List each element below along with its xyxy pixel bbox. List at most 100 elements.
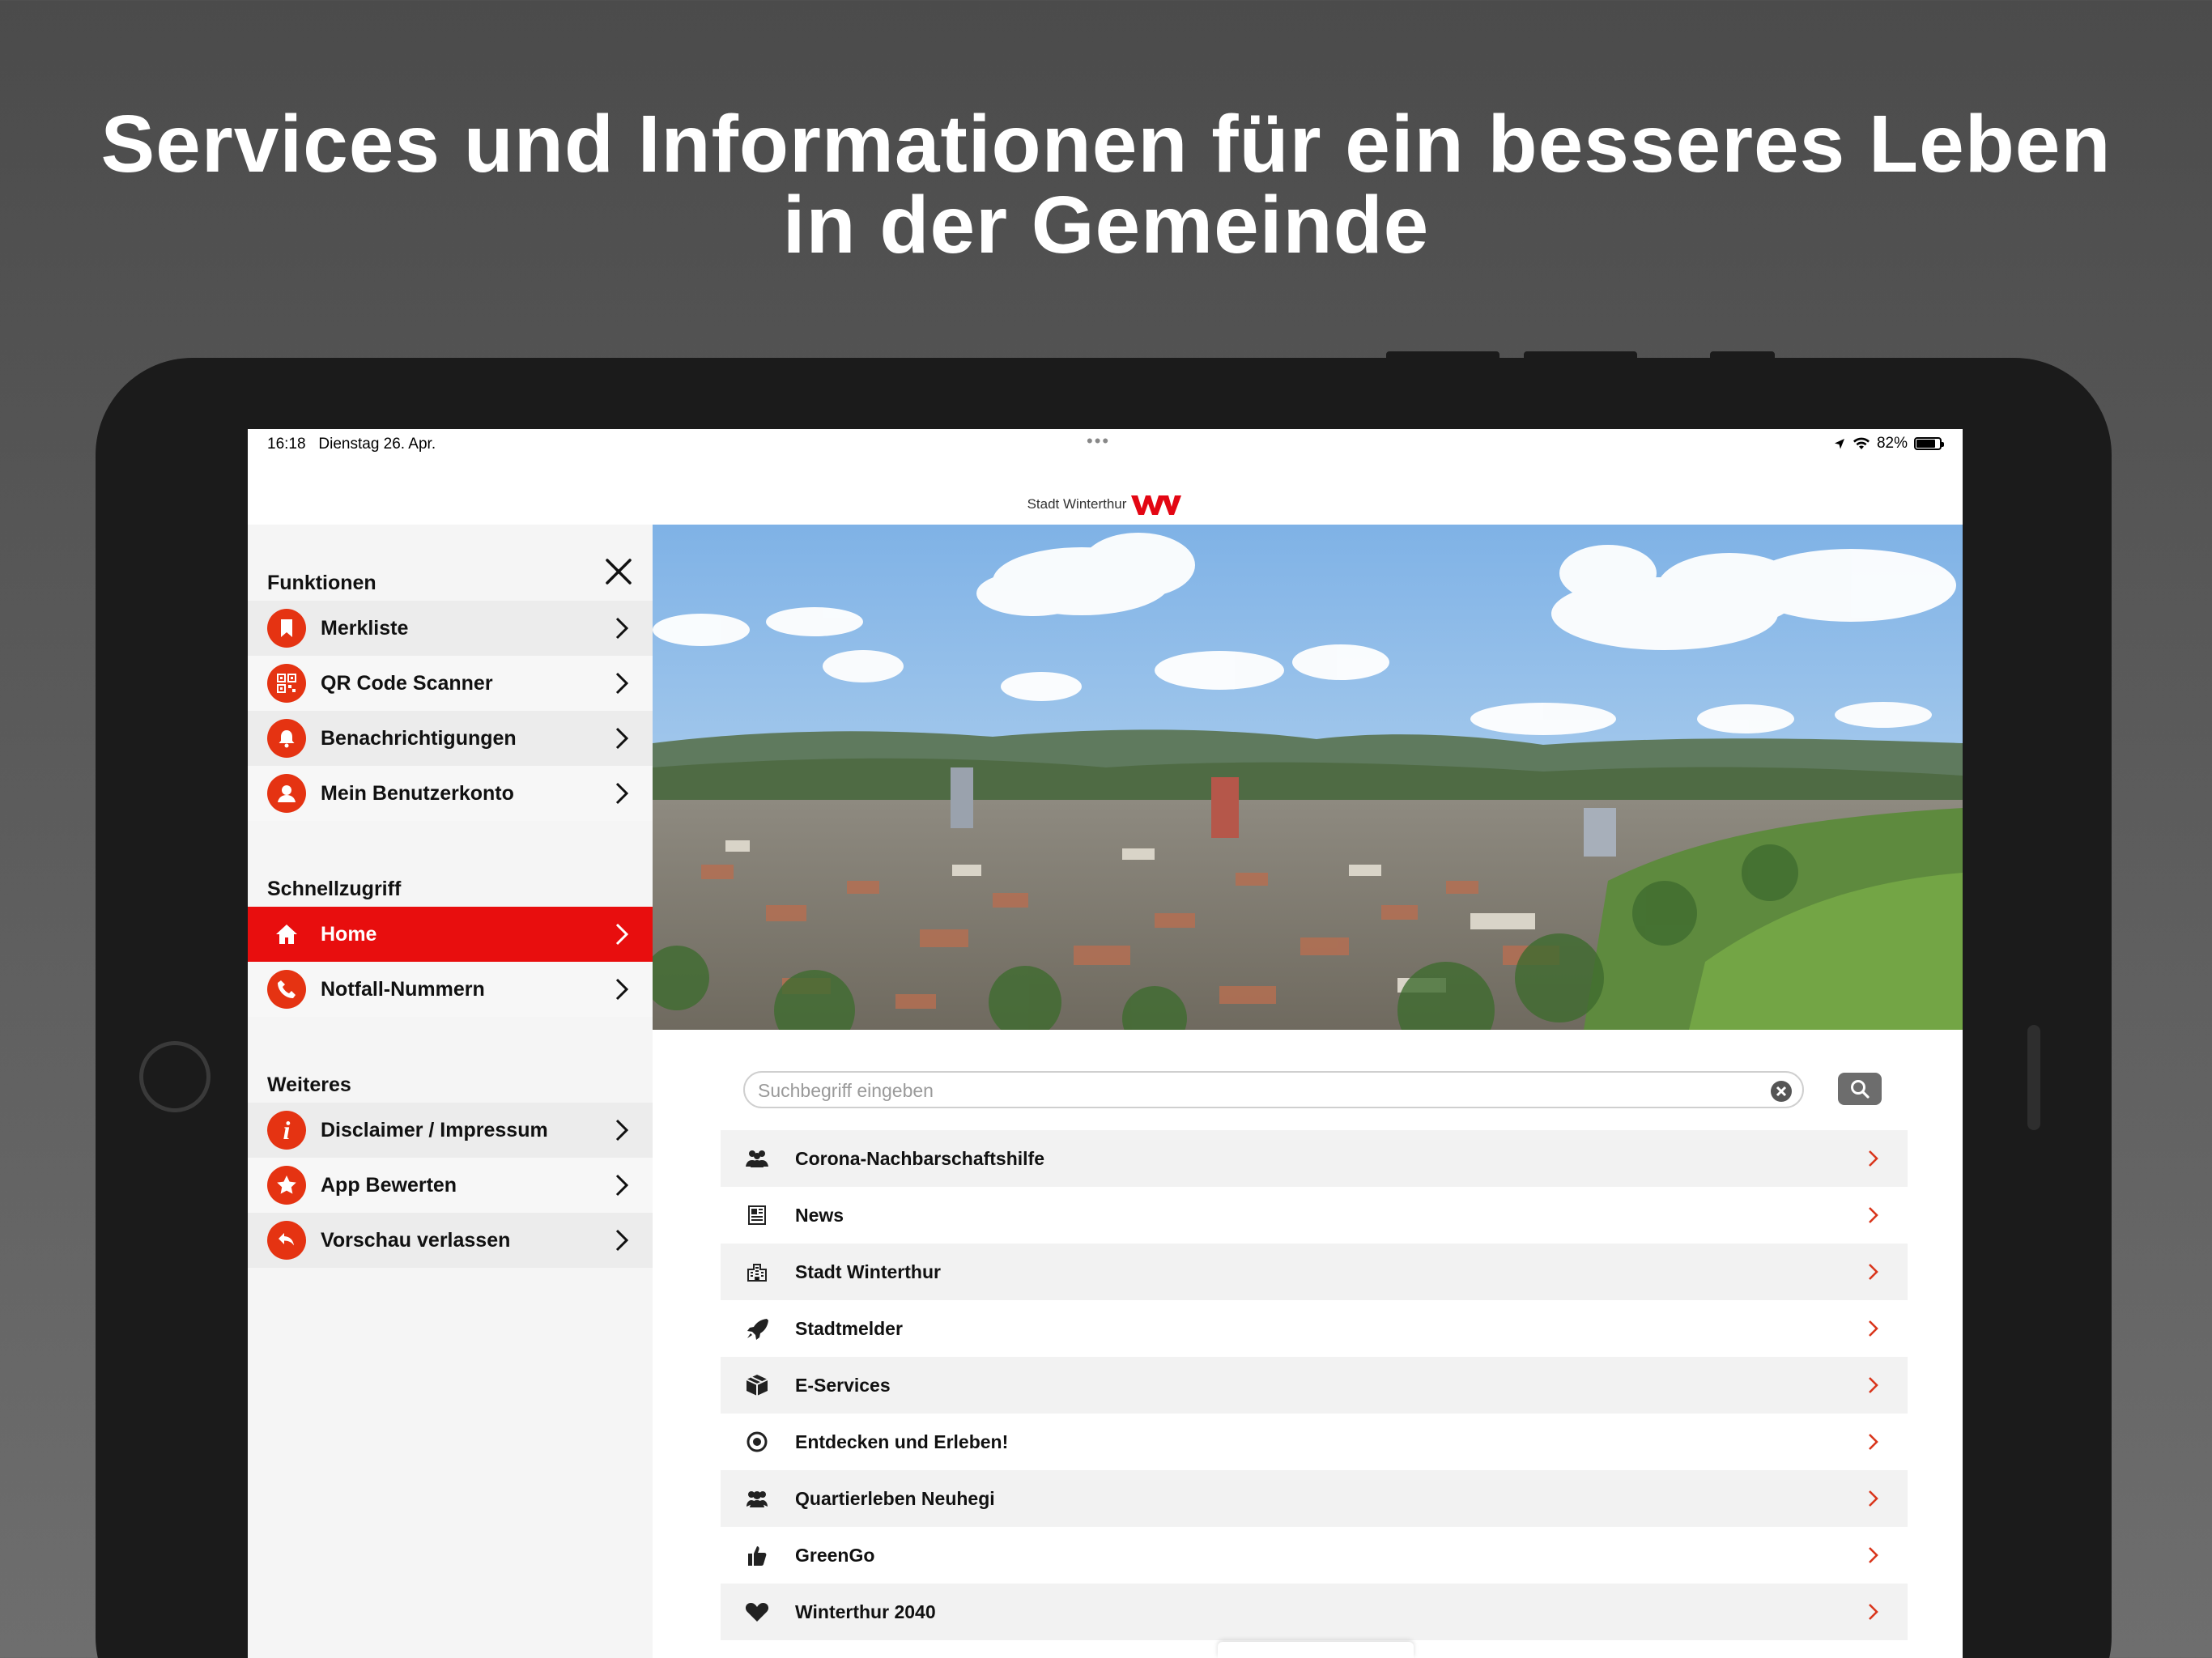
sidebar-item-label: Notfall-Nummern (321, 977, 485, 1001)
close-icon[interactable] (602, 555, 635, 588)
sidebar-item-label: QR Code Scanner (321, 671, 493, 695)
chevron-right-icon (615, 1229, 629, 1252)
sidebar-item-disclaimer-impressum[interactable]: i Disclaimer / Impressum (248, 1103, 653, 1158)
bottom-toolbar-tab[interactable] (1218, 1642, 1414, 1658)
list-item-label: Winterthur 2040 (795, 1601, 936, 1622)
home-icon (267, 915, 306, 954)
qr-code-icon (267, 664, 306, 703)
list-item-winterthur-2040[interactable]: Winterthur 2040 (721, 1584, 1908, 1640)
chevron-right-icon (1869, 1490, 1878, 1507)
heart-icon (743, 1598, 771, 1626)
chevron-right-icon (1869, 1207, 1878, 1223)
people-icon (743, 1145, 771, 1172)
chevron-right-icon (615, 727, 629, 750)
battery-percent: 82% (1876, 435, 1908, 452)
tablet-screen: 16:18 Dienstag 26. Apr. ••• 82% Stadt Wi… (248, 429, 1963, 1658)
chevron-right-icon (1869, 1264, 1878, 1280)
list-item-label: Quartierleben Neuhegi (795, 1487, 995, 1509)
list-item-label: Entdecken und Erleben! (795, 1431, 1009, 1452)
section-title-funktionen: Funktionen (267, 572, 376, 594)
headline-line-1: Services und Informationen für ein besse… (100, 99, 2112, 189)
bell-icon (267, 719, 306, 758)
headline: Services und Informationen für ein besse… (0, 104, 2212, 266)
winterthur-logo-icon (1131, 495, 1182, 515)
sidebar-item-merkliste[interactable]: Merkliste (248, 601, 653, 656)
sidebar-item-app-bewerten[interactable]: App Bewerten (248, 1158, 653, 1213)
sidebar-item-label: Mein Benutzerkonto (321, 781, 514, 805)
status-bar: 16:18 Dienstag 26. Apr. ••• 82% (248, 429, 1963, 460)
list-item-label: Stadtmelder (795, 1317, 903, 1339)
wifi-icon (1853, 437, 1870, 449)
chevron-right-icon (1869, 1320, 1878, 1337)
sidebar-item-label: Vorschau verlassen (321, 1228, 511, 1252)
status-right: 82% (1833, 435, 1944, 453)
bookmark-icon (267, 609, 306, 648)
chevron-right-icon (615, 1119, 629, 1141)
sidebar-item-mein-benutzerkonto[interactable]: Mein Benutzerkonto (248, 766, 653, 821)
back-arrow-icon (267, 1221, 306, 1260)
battery-icon (1914, 437, 1944, 450)
search-input[interactable] (758, 1078, 1729, 1103)
sidebar-item-label: Home (321, 922, 377, 946)
list-item-greengo[interactable]: GreenGo (721, 1527, 1908, 1584)
chevron-right-icon (1869, 1547, 1878, 1563)
chevron-right-icon (1869, 1150, 1878, 1167)
chevron-right-icon (615, 978, 629, 1001)
list-item-label: Corona-Nachbarschaftshilfe (795, 1147, 1045, 1169)
status-time: 16:18 Dienstag 26. Apr. (267, 436, 436, 453)
sidebar-item-home[interactable]: Home (248, 907, 653, 962)
sidebar-item-benachrichtigungen[interactable]: Benachrichtigungen (248, 711, 653, 766)
star-icon (267, 1166, 306, 1205)
chevron-right-icon (1869, 1377, 1878, 1393)
rocket-icon (743, 1315, 771, 1342)
sidebar-item-label: App Bewerten (321, 1173, 457, 1197)
chevron-right-icon (1869, 1434, 1878, 1450)
list-item-entdecken-und-erleben[interactable]: Entdecken und Erleben! (721, 1414, 1908, 1470)
city-icon (743, 1258, 771, 1286)
search-button[interactable] (1838, 1073, 1882, 1105)
main-menu-list: Corona-Nachbarschaftshilfe News Stadt Wi… (721, 1130, 1908, 1640)
chevron-right-icon (615, 923, 629, 946)
sidebar-item-label: Benachrichtigungen (321, 726, 517, 750)
list-item-stadt-winterthur[interactable]: Stadt Winterthur (721, 1244, 1908, 1300)
chevron-right-icon (615, 1174, 629, 1197)
section-title-schnellzugriff: Schnellzugriff (267, 878, 402, 900)
phone-icon (267, 970, 306, 1009)
sidebar-item-label: Merkliste (321, 616, 409, 640)
headline-line-2: in der Gemeinde (782, 180, 1430, 270)
sidebar-item-label: Disclaimer / Impressum (321, 1118, 548, 1141)
list-item-quartierleben-neuhegi[interactable]: Quartierleben Neuhegi (721, 1470, 1908, 1527)
clear-search-icon[interactable] (1770, 1080, 1793, 1103)
list-item-stadtmelder[interactable]: Stadtmelder (721, 1300, 1908, 1357)
home-hardware-button (139, 1041, 211, 1112)
list-item-label: Stadt Winterthur (795, 1261, 941, 1282)
chevron-right-icon (615, 782, 629, 805)
list-item-e-services[interactable]: E-Services (721, 1357, 1908, 1414)
chevron-right-icon (615, 672, 629, 695)
search-icon (1851, 1080, 1870, 1099)
sidebar-item-vorschau-verlassen[interactable]: Vorschau verlassen (248, 1213, 653, 1268)
thumbs-up-icon (743, 1541, 771, 1569)
list-item-label: News (795, 1204, 844, 1226)
hero-city-image (653, 525, 1963, 1030)
sidebar-item-notfall-nummern[interactable]: Notfall-Nummern (248, 962, 653, 1017)
side-hardware-button (2027, 1025, 2040, 1130)
multitask-dots[interactable]: ••• (1087, 431, 1110, 452)
list-item-news[interactable]: News (721, 1187, 1908, 1244)
user-icon (267, 774, 306, 813)
newspaper-icon (743, 1201, 771, 1229)
info-icon: i (267, 1111, 306, 1150)
list-item-corona-nachbarschaftshilfe[interactable]: Corona-Nachbarschaftshilfe (721, 1130, 1908, 1187)
sidebar-menu: Funktionen Merkliste QR Code Scanner Ben… (248, 525, 653, 1658)
list-item-label: GreenGo (795, 1544, 875, 1566)
group-icon (743, 1485, 771, 1512)
sidebar-item-qr-code-scanner[interactable]: QR Code Scanner (248, 656, 653, 711)
location-icon (1834, 439, 1844, 449)
target-icon (743, 1428, 771, 1456)
status-date: Dienstag 26. Apr. (318, 436, 436, 453)
package-icon (743, 1371, 771, 1399)
search-field (743, 1071, 1804, 1108)
chevron-right-icon (615, 617, 629, 640)
brand-name: Stadt Winterthur (1027, 496, 1127, 512)
chevron-right-icon (1869, 1604, 1878, 1620)
